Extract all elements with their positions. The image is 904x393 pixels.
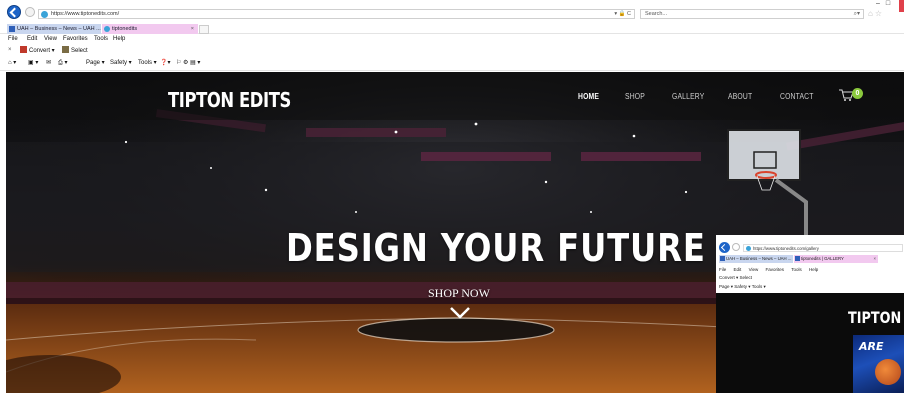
tab-uah[interactable]: UAH – Business – News – UAH ... <box>7 24 101 34</box>
tiptonedits-favicon-icon <box>104 26 110 32</box>
browser-address-row: https://www.tiptonedits.com/ ▾ 🔒 C Searc… <box>0 0 904 22</box>
uah-favicon-icon <box>720 256 725 261</box>
select-icon <box>62 46 69 53</box>
overlay-site-logo[interactable]: TIPTON E <box>848 308 904 327</box>
convert-icon <box>20 46 27 53</box>
hero-headline: DESIGN YOUR FUTURE <box>286 226 706 270</box>
overlay-tab-gallery[interactable]: tiptonedits | GALLERY × <box>794 255 878 263</box>
tab-label: UAH – Business – News – UAH ... <box>17 26 101 32</box>
close-bar-icon[interactable]: × <box>8 46 12 55</box>
site-favicon-icon <box>41 11 48 18</box>
nav-home[interactable]: HOME <box>578 92 599 101</box>
uah-favicon-icon <box>9 26 15 32</box>
overlay-address-bar[interactable]: https://www.tiptonedits.com/gallery <box>743 244 903 252</box>
tools-menu[interactable]: Tools ▾ <box>138 59 157 68</box>
overlay-favorites-toolbar[interactable]: Page ▾ Safety ▾ Tools ▾ <box>719 283 766 290</box>
overlay-url[interactable]: https://www.tiptonedits.com/gallery <box>753 245 819 252</box>
overlay-command-bar[interactable]: Convert ▾ Select <box>719 274 752 281</box>
command-bar: × Convert ▾ Select <box>0 45 904 56</box>
addon-icons[interactable]: ⚐ ⚙ ▤ ▾ <box>176 59 200 68</box>
overlay-tab-label: tiptonedits | GALLERY <box>801 256 844 261</box>
search-box[interactable]: Search... ⌕▾ <box>640 9 864 19</box>
overlay-menu-favorites[interactable]: Favorites <box>766 267 785 272</box>
overlay-site-area: TIPTON E ARE <box>716 293 904 393</box>
help-icon[interactable]: ❓▾ <box>160 59 170 68</box>
feeds-icon[interactable]: ▣ ▾ <box>28 59 38 68</box>
close-window-edge[interactable] <box>899 0 904 12</box>
cart-count-badge[interactable]: 0 <box>852 88 863 99</box>
gallery-thumbnail-text: ARE <box>859 340 884 353</box>
menu-favorites[interactable]: Favorites <box>63 35 88 44</box>
nav-gallery[interactable]: GALLERY <box>672 92 704 101</box>
forward-button[interactable] <box>25 7 35 17</box>
uah-favicon-icon <box>795 256 800 261</box>
close-tab-icon[interactable]: × <box>191 24 194 34</box>
home-star-icons[interactable]: ⌂☆ <box>868 9 884 19</box>
gallery-thumbnail[interactable]: ARE <box>853 335 904 393</box>
menu-help[interactable]: Help <box>113 35 125 44</box>
overlay-back-button[interactable] <box>719 242 730 253</box>
shop-now-link[interactable]: SHOP NOW <box>428 286 490 301</box>
overlay-menu-tools[interactable]: Tools <box>791 267 802 272</box>
overlay-menu-view[interactable]: View <box>749 267 759 272</box>
convert-button[interactable]: Convert ▾ <box>20 46 55 56</box>
nav-about[interactable]: ABOUT <box>728 92 752 101</box>
nav-contact[interactable]: CONTACT <box>780 92 814 101</box>
home-icon[interactable]: ⌂ ▾ <box>8 59 16 68</box>
menu-edit[interactable]: Edit <box>27 35 37 44</box>
select-button[interactable]: Select <box>62 46 88 56</box>
window-controls[interactable]: –□ <box>876 0 896 8</box>
chevron-down-icon[interactable] <box>449 306 471 320</box>
page-menu[interactable]: Page ▾ <box>86 59 105 68</box>
search-placeholder: Search... <box>645 11 668 17</box>
menu-file[interactable]: File <box>8 35 18 44</box>
overlay-menu-help[interactable]: Help <box>809 267 818 272</box>
new-tab-button[interactable] <box>199 25 209 34</box>
mail-icon[interactable]: ✉ <box>46 59 51 68</box>
tab-tiptonedits[interactable]: tiptonedits × <box>102 24 198 34</box>
nav-shop[interactable]: SHOP <box>625 92 645 101</box>
address-url[interactable]: https://www.tiptonedits.com/ <box>51 10 119 19</box>
select-label: Select <box>71 48 88 54</box>
basketball-icon <box>875 359 901 385</box>
menu-bar: File Edit View Favorites Tools Help <box>0 34 904 45</box>
overlay-menu-bar: File Edit View Favorites Tools Help <box>719 266 824 273</box>
address-tools[interactable]: ▾ 🔒 C <box>614 10 631 19</box>
search-icon[interactable]: ⌕▾ <box>854 10 860 19</box>
back-button[interactable] <box>7 5 21 19</box>
close-tab-icon[interactable]: × <box>873 255 876 263</box>
convert-label: Convert <box>29 48 51 54</box>
menu-tools[interactable]: Tools <box>94 35 108 44</box>
overlay-forward-button[interactable] <box>732 243 740 251</box>
tab-row: UAH – Business – News – UAH ... tiptoned… <box>0 22 904 34</box>
overlay-menu-edit[interactable]: Edit <box>734 267 742 272</box>
overlay-tab-label: UAH – Business – News – UAH ... <box>726 256 792 261</box>
overlay-tab-uah[interactable]: UAH – Business – News – UAH ... <box>719 255 793 263</box>
menu-view[interactable]: View <box>44 35 57 44</box>
gallery-screenshot-overlay: https://www.tiptonedits.com/gallery UAH … <box>716 235 904 393</box>
overlay-menu-file[interactable]: File <box>719 267 726 272</box>
address-bar[interactable]: https://www.tiptonedits.com/ ▾ 🔒 C <box>38 9 635 19</box>
site-header: TIPTON EDITS HOME SHOP GALLERY ABOUT CON… <box>6 72 904 120</box>
overlay-favicon-icon <box>746 246 751 251</box>
tab-label: tiptonedits <box>112 26 138 32</box>
print-icon[interactable]: ⎙ ▾ <box>58 59 67 68</box>
site-logo[interactable]: TIPTON EDITS <box>168 88 291 112</box>
safety-menu[interactable]: Safety ▾ <box>110 59 132 68</box>
favorites-toolbar: ⌂ ▾ ▣ ▾ ✉ ⎙ ▾ Page ▾ Safety ▾ Tools ▾ ❓▾… <box>0 56 904 71</box>
